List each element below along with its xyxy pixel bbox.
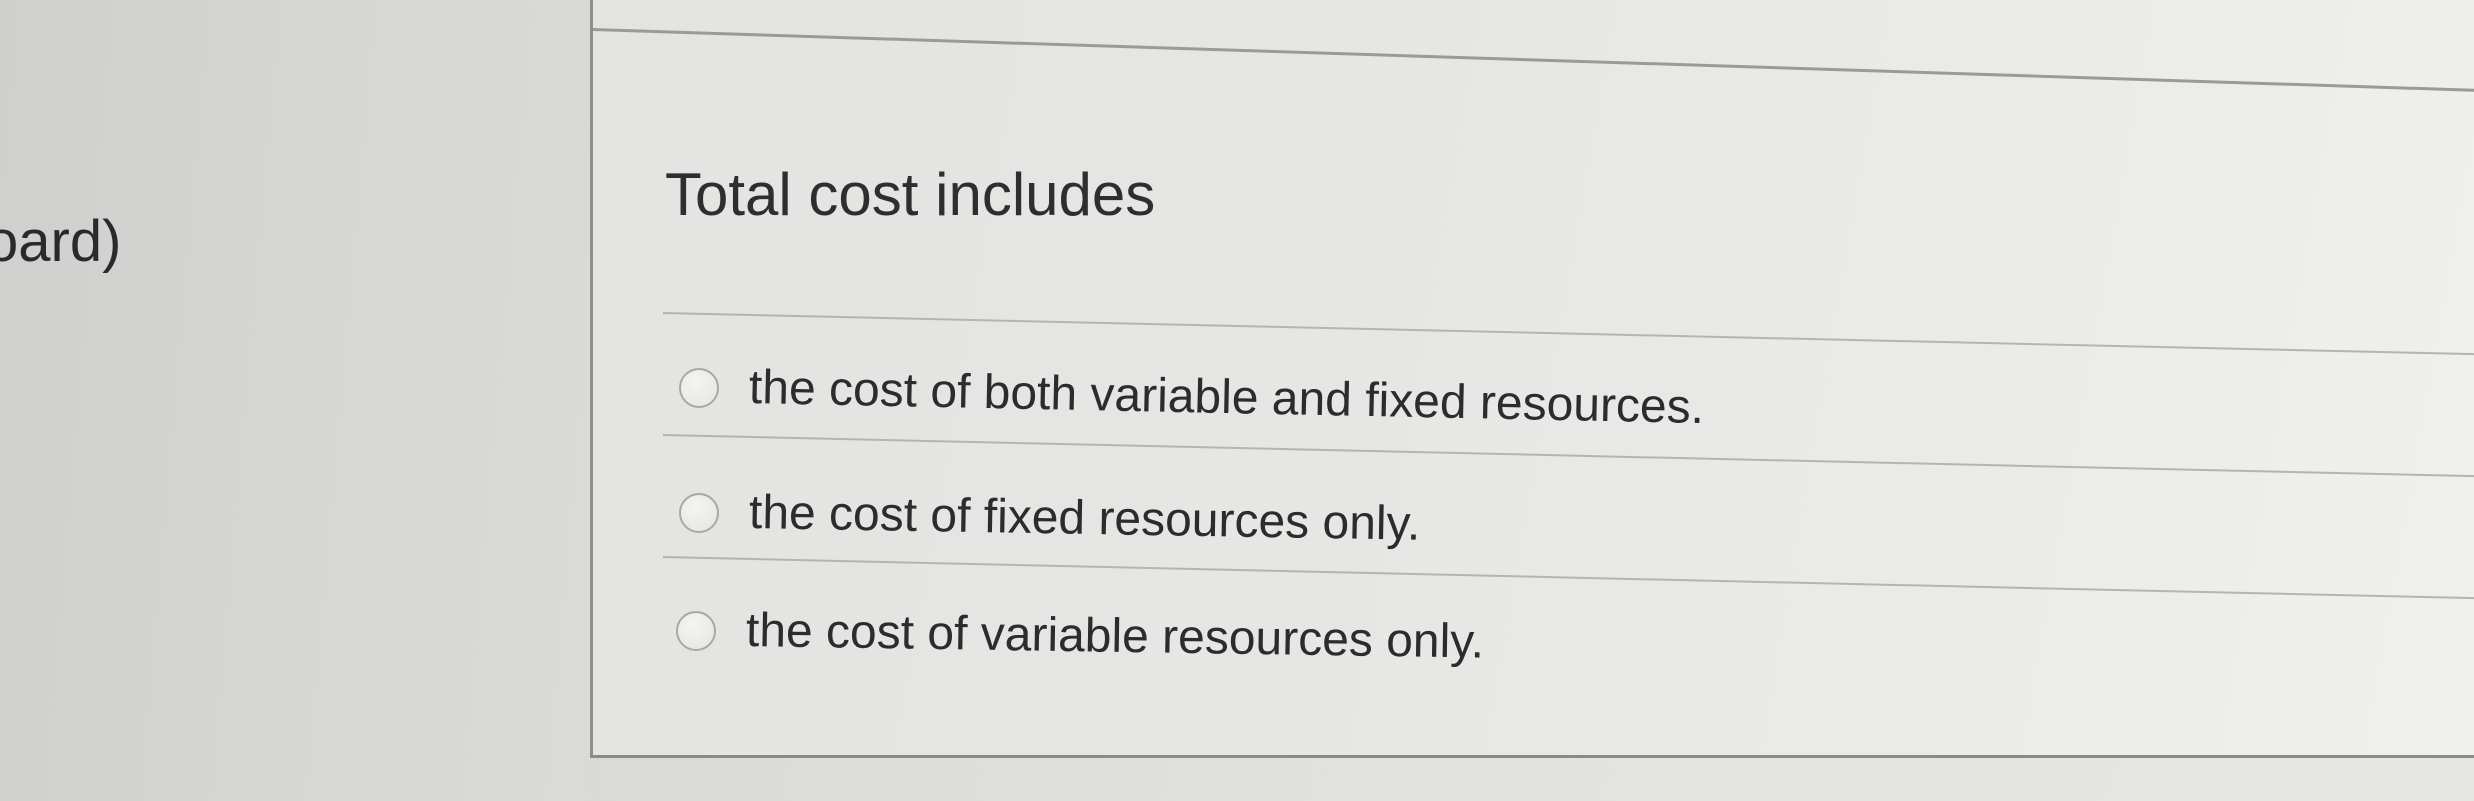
answer-option-1-label[interactable]: the cost of both variable and fixed reso…: [748, 360, 1704, 435]
question-card: Total cost includes the cost of both var…: [590, 0, 2474, 758]
option-divider: [662, 434, 2474, 478]
radio-button-option-1[interactable]: [679, 367, 719, 408]
answer-option-1[interactable]: the cost of both variable and fixed reso…: [679, 360, 1705, 434]
radio-button-option-3[interactable]: [676, 610, 716, 651]
answer-option-3-label[interactable]: the cost of variable resources only.: [746, 603, 1485, 670]
answer-option-2[interactable]: the cost of fixed resources only.: [679, 485, 1421, 551]
option-divider: [662, 312, 2474, 356]
question-prompt: Total cost includes: [665, 161, 1156, 228]
answer-option-2-label[interactable]: the cost of fixed resources only.: [749, 485, 1421, 552]
radio-button-option-2[interactable]: [679, 492, 719, 533]
answer-option-3[interactable]: the cost of variable resources only.: [676, 603, 1484, 669]
option-divider: [662, 556, 2474, 600]
sidebar-partial-label: oard): [0, 209, 122, 274]
card-top-divider: [592, 28, 2474, 93]
left-panel: oard): [0, 0, 590, 801]
